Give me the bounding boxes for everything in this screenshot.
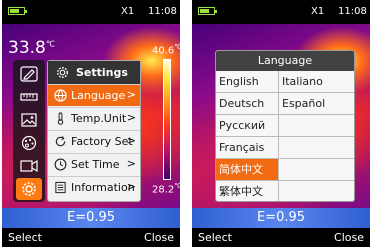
language-option-empty	[278, 181, 354, 201]
language-option-espanol[interactable]: Español	[278, 93, 354, 115]
palette-icon[interactable]	[16, 132, 42, 154]
close-softkey[interactable]: Close	[144, 231, 174, 244]
clock: 11:08	[148, 6, 177, 17]
chevron-right-icon: >	[126, 134, 136, 147]
language-option-empty	[278, 137, 354, 159]
softkey-bar: Select Close	[192, 228, 370, 247]
language-option-simplified-chinese[interactable]: 简体中文	[216, 159, 278, 181]
language-option-deutsch[interactable]: Deutsch	[216, 93, 278, 115]
right-camera-screen: X1 11:08 Language English Italiano Deuts…	[192, 0, 370, 247]
scale-min-temp: 28.2℃	[152, 182, 180, 196]
chevron-right-icon: >	[126, 88, 136, 101]
pen-icon[interactable]	[16, 63, 42, 85]
menu-item-set-time[interactable]: Set Time >	[48, 153, 140, 175]
chevron-right-icon: >	[126, 157, 136, 170]
gear-icon[interactable]	[16, 178, 42, 200]
battery-icon	[8, 7, 27, 15]
settings-header: Settings	[48, 61, 140, 84]
video-icon[interactable]	[16, 155, 42, 177]
chevron-right-icon: >	[126, 111, 136, 124]
image-icon[interactable]	[16, 109, 42, 131]
clock: 11:08	[338, 6, 367, 17]
language-option-english[interactable]: English	[216, 71, 278, 93]
center-temperature: 33.8℃	[8, 38, 55, 58]
zoom-level: X1	[311, 6, 325, 17]
menu-item-information[interactable]: Information >	[48, 176, 140, 198]
color-scale-bar	[163, 59, 171, 180]
settings-title: Settings	[76, 66, 128, 79]
softkey-bar: Select Close	[2, 228, 180, 247]
select-softkey[interactable]: Select	[8, 231, 42, 244]
reset-icon	[55, 136, 66, 147]
language-option-empty	[278, 115, 354, 137]
zoom-level: X1	[121, 6, 135, 17]
chevron-right-icon: >	[126, 180, 136, 193]
menu-item-temp-unit[interactable]: Temp.Unit >	[48, 107, 140, 129]
language-option-traditional-chinese[interactable]: 繁体中文	[216, 181, 278, 201]
side-menu	[13, 60, 45, 202]
menu-item-language[interactable]: Language >	[48, 84, 140, 106]
menu-item-label: Set Time	[71, 158, 120, 171]
status-bar: X1 11:08	[2, 0, 180, 24]
emissivity-bar: E=0.95	[2, 208, 180, 228]
language-title: Language	[216, 51, 354, 71]
menu-item-label: Factory Set	[71, 135, 133, 148]
battery-icon	[198, 7, 217, 15]
select-softkey[interactable]: Select	[198, 231, 232, 244]
clock-icon	[54, 158, 67, 171]
settings-menu: Settings Language > Temp.Unit > Factory …	[47, 60, 141, 202]
menu-item-factory-set[interactable]: Factory Set >	[48, 130, 140, 152]
language-option-russian[interactable]: Pусский	[216, 115, 278, 137]
close-softkey[interactable]: Close	[334, 231, 364, 244]
thermometer-icon	[57, 112, 64, 125]
emissivity-bar: E=0.95	[192, 208, 370, 228]
left-camera-screen: X1 11:08 33.8℃ 40.6℃ 28.2℃ Settings Lang…	[2, 0, 180, 247]
language-option-italiano[interactable]: Italiano	[278, 71, 354, 93]
language-option-francais[interactable]: Français	[216, 137, 278, 159]
globe-icon	[54, 89, 67, 102]
menu-item-label: Temp.Unit	[71, 112, 127, 125]
scale-max-temp: 40.6℃	[152, 43, 180, 57]
ruler-icon[interactable]	[16, 86, 42, 108]
menu-item-label: Language	[71, 89, 126, 102]
info-list-icon	[55, 181, 66, 194]
status-bar: X1 11:08	[192, 0, 370, 24]
language-option-empty	[278, 159, 354, 181]
gear-icon	[57, 67, 68, 78]
language-menu: Language English Italiano Deutsch Españo…	[215, 50, 355, 202]
menu-item-label: Information	[71, 181, 135, 194]
